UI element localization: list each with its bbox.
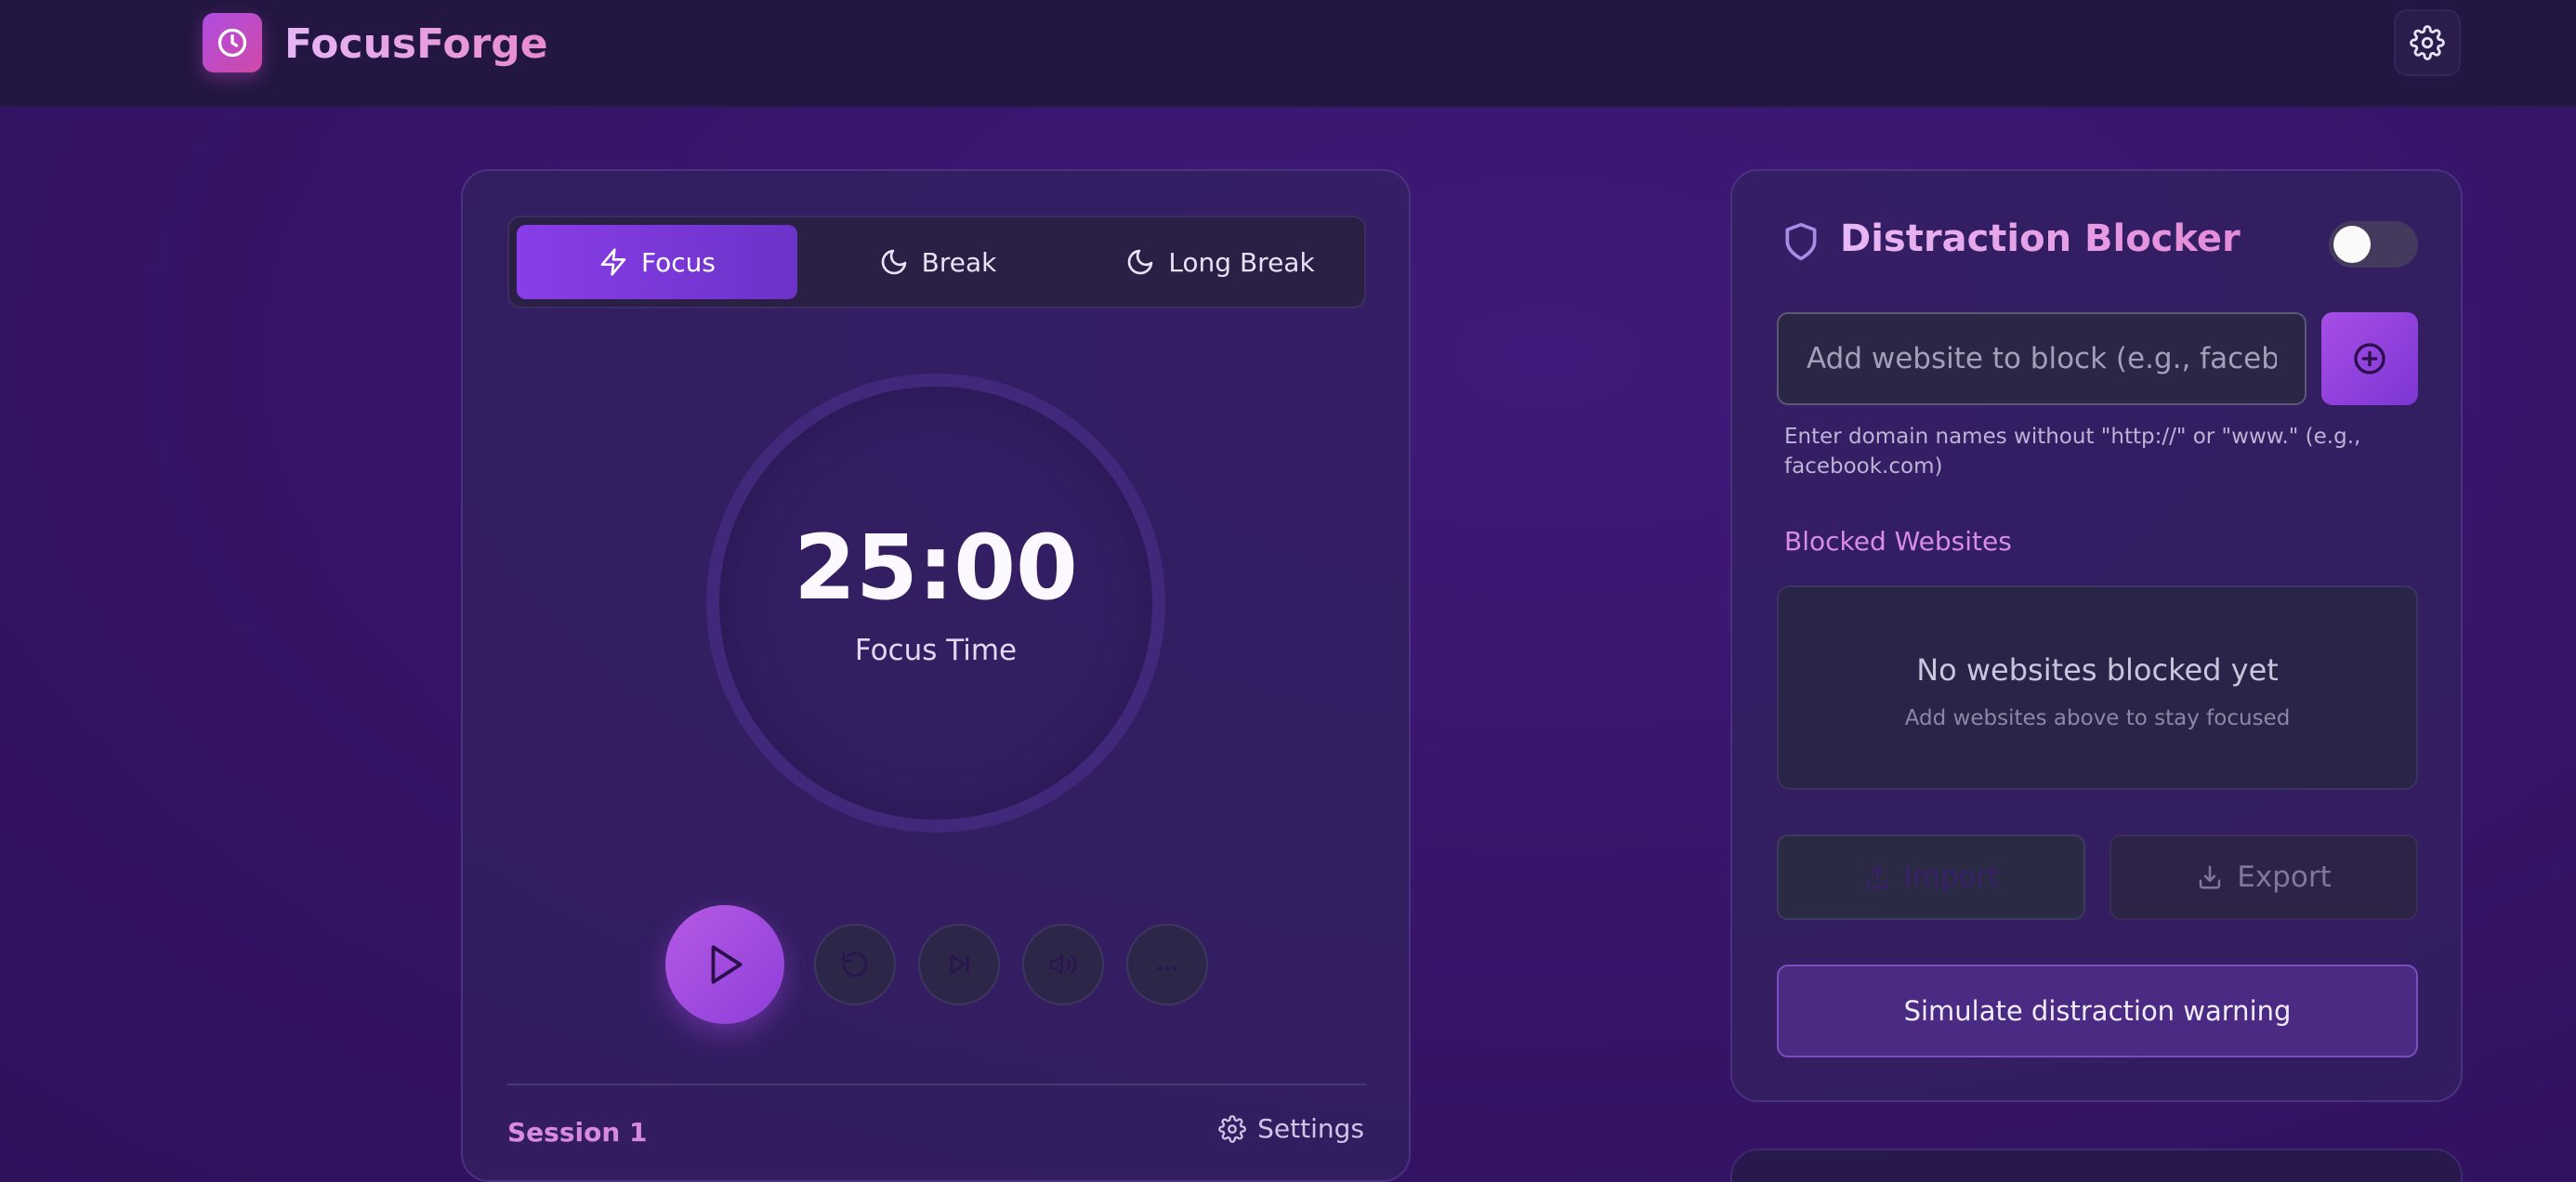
import-button[interactable]: Import [1777,834,2085,920]
moon-icon [1128,249,1153,275]
clock-icon [217,28,247,58]
blocked-websites-heading: Blocked Websites [1784,526,2012,557]
toggle-knob [2333,226,2371,263]
timer-settings-link[interactable]: Settings [1218,1113,1364,1144]
blocked-websites-list: No websites blocked yet Add websites abo… [1777,585,2418,790]
timer-mode-label: Focus Time [854,634,1018,667]
timer-display: 25:00 [794,516,1078,620]
sound-button[interactable] [1022,924,1104,1005]
volume-icon [1049,954,1077,975]
website-input[interactable] [1777,312,2307,405]
more-options-button[interactable] [1126,924,1208,1005]
lightning-icon [600,248,626,276]
timer-settings-label: Settings [1257,1113,1364,1144]
distraction-blocker-card: Distraction Blocker Enter domain names w… [1730,169,2463,1102]
upload-icon [1866,866,1887,889]
export-label: Export [2237,860,2332,894]
reset-icon [842,952,868,978]
timer-card: Focus Break Long Break 25:00 Focus Time … [461,169,1411,1182]
gear-icon [2410,25,2445,60]
export-button[interactable]: Export [2109,834,2418,920]
more-horizontal-icon [1158,966,1176,970]
skip-button[interactable] [918,924,1000,1005]
tab-long-break[interactable]: Long Break [1080,225,1360,299]
input-hint: Enter domain names without "http://" or … [1784,425,2361,479]
simulate-distraction-button[interactable]: Simulate distraction warning [1777,965,2418,1057]
blocker-title: Distraction Blocker [1840,217,2241,260]
top-bar: FocusForge [0,0,2576,108]
tab-focus-label: Focus [641,246,716,278]
download-icon [2200,865,2221,889]
reset-button[interactable] [814,924,896,1005]
session-counter: Session 1 [507,1117,648,1148]
gear-icon [1218,1114,1246,1143]
app-logo [203,13,262,72]
empty-state-subtitle: Add websites above to stay focused [1904,706,2291,730]
skip-forward-icon [950,954,969,975]
app-title: FocusForge [284,17,548,72]
tab-break[interactable]: Break [797,225,1078,299]
tab-break-label: Break [921,246,997,278]
settings-button[interactable] [2394,9,2461,76]
play-icon [711,945,743,984]
import-label: Import [1903,860,2000,894]
moon-icon [881,249,906,275]
blocker-toggle[interactable] [2329,221,2418,268]
card-divider [507,1084,1366,1085]
next-card-peek [1730,1149,2463,1182]
shield-icon [1781,219,1821,268]
empty-state-title: No websites blocked yet [1916,652,2279,688]
mode-tabs: Focus Break Long Break [507,216,1366,309]
play-button[interactable] [665,905,784,1024]
tab-focus[interactable]: Focus [517,225,797,299]
plus-circle-icon [2354,343,2385,374]
add-website-button[interactable] [2321,312,2418,405]
tab-long-break-label: Long Break [1168,246,1315,278]
